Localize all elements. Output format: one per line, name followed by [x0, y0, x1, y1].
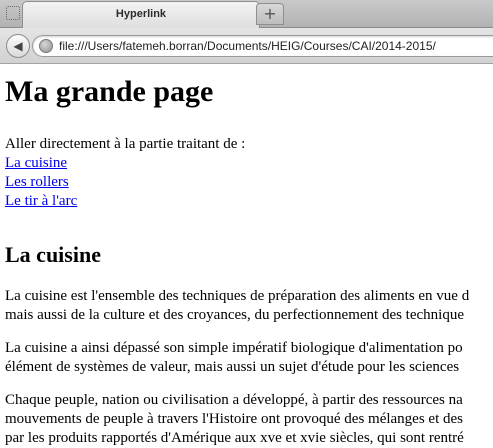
- address-bar[interactable]: file:///Users/fatemeh.borran/Documents/H…: [32, 35, 493, 57]
- intro-text: Aller directement à la partie traitant d…: [5, 136, 246, 152]
- paragraph-line: élément de systèmes de valeur, mais auss…: [5, 359, 460, 375]
- back-arrow-icon: ◀: [13, 39, 23, 53]
- new-tab-button[interactable]: +: [256, 3, 284, 25]
- paragraph: Chaque peuple, nation ou civilisation a …: [5, 391, 493, 448]
- back-button[interactable]: ◀: [6, 34, 30, 58]
- plus-icon: +: [263, 4, 277, 23]
- paragraph-line: mais aussi de la culture et des croyance…: [5, 307, 464, 323]
- link-rollers[interactable]: Les rollers: [5, 173, 493, 192]
- globe-icon: [39, 39, 53, 53]
- paragraph-line: par les produits rapportés d'Amérique au…: [5, 430, 464, 446]
- paragraph-line: mouvements de peuple à travers l'Histoir…: [5, 411, 463, 427]
- paragraph-line: La cuisine est l'ensemble des techniques…: [5, 288, 470, 304]
- window-resize-icon[interactable]: [6, 6, 20, 20]
- page-title: Ma grande page: [5, 75, 214, 108]
- link-tir-a-larc[interactable]: Le tir à l'arc: [5, 192, 493, 211]
- tab-title: Hyperlink: [115, 8, 167, 20]
- section-heading-cuisine: La cuisine: [5, 242, 101, 267]
- url-text: file:///Users/fatemeh.borran/Documents/H…: [59, 39, 436, 53]
- navigation-bar: ◀ file:///Users/fatemeh.borran/Documents…: [0, 28, 493, 64]
- tab-hyperlink[interactable]: Hyperlink: [22, 1, 260, 28]
- link-cuisine[interactable]: La cuisine: [5, 154, 493, 173]
- paragraph-line: La cuisine a ainsi dépassé son simple im…: [5, 340, 463, 356]
- paragraph: La cuisine a ainsi dépassé son simple im…: [5, 339, 493, 377]
- paragraph: La cuisine est l'ensemble des techniques…: [5, 287, 493, 325]
- page-content: Ma grande page Aller directement à la pa…: [5, 64, 493, 448]
- tab-bar: Hyperlink +: [0, 0, 493, 28]
- paragraph-line: Chaque peuple, nation ou civilisation a …: [5, 392, 463, 408]
